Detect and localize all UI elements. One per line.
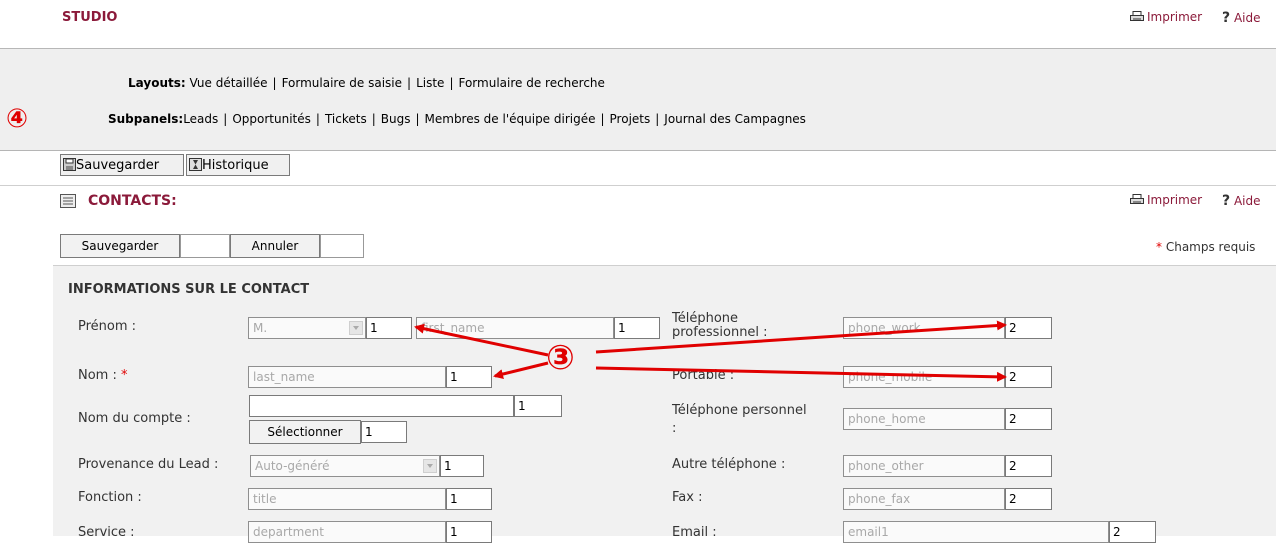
arrow-to-salutation-order: [414, 323, 549, 357]
arrow-to-phone-work-order: [595, 320, 1007, 354]
annotation-arrows: [414, 320, 1007, 382]
callout-3: ③: [546, 338, 575, 378]
arrow-to-last-name-order: [493, 361, 549, 379]
arrow-to-phone-mobile-order: [595, 366, 1007, 382]
